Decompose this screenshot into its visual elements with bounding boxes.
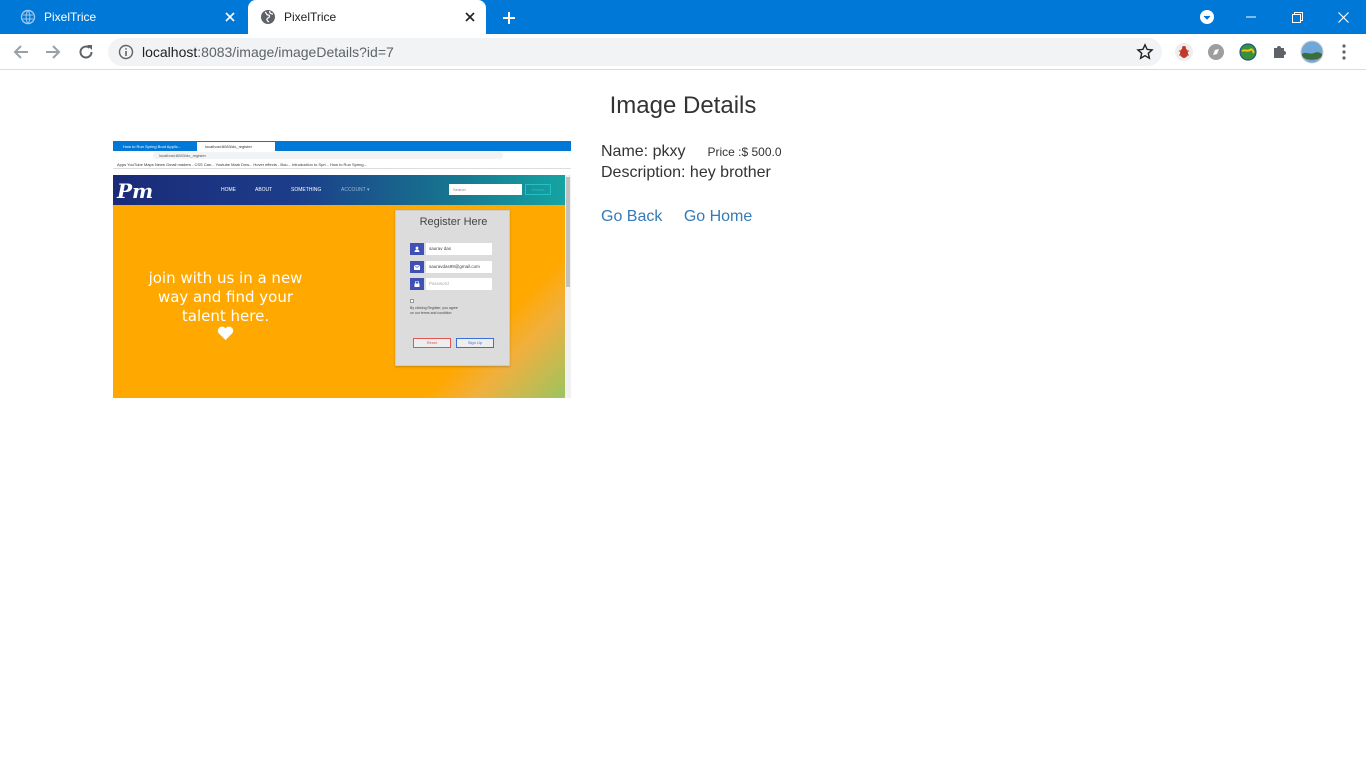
image-description: Description: hey brother [601, 164, 771, 181]
preview-search-input: Search [449, 184, 522, 195]
preview-reset-button: Reset [413, 338, 451, 348]
preview-navbar: Pm HOME ABOUT SOMETHING ACCOUNT ▾ Search… [113, 175, 565, 205]
preview-tab-strip: How to Run Spring Boot Applic... localho… [113, 141, 571, 151]
extensions-puzzle-icon[interactable] [1270, 42, 1290, 62]
globe-icon [260, 9, 276, 25]
lock-icon [410, 278, 424, 290]
preview-bookmarks-bar: Apps YouTube Maps News Gmail maders - CS… [113, 160, 571, 169]
close-window-button[interactable] [1320, 0, 1366, 34]
page-title: Image Details [609, 92, 757, 119]
preview-email-field: sauravdas99@gmail.com [410, 261, 492, 273]
preview-terms-text: By clicking Register, you agree on our t… [410, 306, 458, 315]
preview-username-value: saurav das [426, 243, 492, 255]
preview-nav-home: HOME [221, 187, 236, 193]
preview-nav-account: ACCOUNT ▾ [341, 187, 370, 193]
tab-title: PixelTrice [284, 10, 337, 24]
preview-password-field: Password [410, 278, 492, 290]
profile-avatar[interactable] [1300, 40, 1324, 64]
action-links: Go Back Go Home [601, 208, 769, 226]
info-icon[interactable] [118, 44, 134, 60]
preview-nav-about: ABOUT [255, 187, 273, 193]
restore-button[interactable] [1274, 0, 1320, 34]
forward-button[interactable] [41, 40, 65, 64]
close-icon[interactable] [222, 9, 238, 25]
tab-pixeltrice-2[interactable]: PixelTrice [248, 0, 486, 34]
preview-nav-something: SOMETHING [291, 187, 322, 193]
image-name: Name: pkxy [601, 143, 686, 160]
image-price: Price :$ 500.0 [707, 145, 782, 159]
image-preview: How to Run Spring Boot Applic... localho… [113, 141, 571, 398]
menu-kebab-icon[interactable] [1334, 42, 1354, 62]
star-icon[interactable] [1136, 43, 1154, 61]
preview-username-field: saurav das [410, 243, 492, 255]
image-details: Name: pkxy Price :$ 500.0 Description: h… [601, 142, 782, 184]
address-bar[interactable]: localhost:8083/image/imageDetails?id=7 [108, 38, 1162, 66]
preview-tab-2: localhost:8083/do_register [197, 142, 275, 151]
back-button[interactable] [9, 40, 33, 64]
heart-icon [217, 326, 234, 346]
browser-toolbar: localhost:8083/image/imageDetails?id=7 [0, 34, 1366, 70]
preview-terms-checkbox [410, 299, 414, 303]
tab-strip: PixelTrice PixelTrice [0, 0, 1366, 34]
preview-register-card: Register Here saurav das sauravdas99@gma… [395, 210, 510, 366]
preview-tab-1: How to Run Spring Boot Applic... [123, 144, 182, 149]
preview-url: localhost:8083/do_register [153, 152, 503, 159]
preview-tagline: join with us in a new way and find your … [148, 269, 303, 325]
mail-icon [410, 261, 424, 273]
globe-extension-icon[interactable] [1238, 42, 1258, 62]
tab-search-button[interactable] [1184, 0, 1230, 34]
new-tab-button[interactable] [498, 7, 520, 29]
reload-button[interactable] [74, 40, 98, 64]
url-text: localhost:8083/image/imageDetails?id=7 [142, 44, 1136, 60]
minimize-button[interactable] [1228, 0, 1274, 34]
preview-search-button: Search [525, 184, 551, 195]
url-host: localhost [142, 44, 198, 60]
compass-extension-icon[interactable] [1206, 42, 1226, 62]
bug-extension-icon[interactable] [1174, 42, 1194, 62]
preview-register-title: Register Here [419, 216, 488, 228]
preview-email-value: sauravdas99@gmail.com [426, 261, 492, 273]
preview-password-placeholder: Password [426, 278, 492, 290]
preview-signup-button: Sign Up [456, 338, 494, 348]
go-home-link[interactable]: Go Home [684, 208, 752, 225]
go-back-link[interactable]: Go Back [601, 208, 662, 225]
close-icon[interactable] [462, 9, 478, 25]
preview-logo: Pm [117, 179, 154, 203]
user-icon [410, 243, 424, 255]
tab-pixeltrice-1[interactable]: PixelTrice [8, 0, 246, 34]
url-path: :8083/image/imageDetails?id=7 [197, 44, 394, 60]
preview-toolbar: localhost:8083/do_register [113, 151, 571, 160]
globe-icon [20, 9, 36, 25]
preview-scrollbar-thumb [566, 177, 570, 287]
tab-title: PixelTrice [44, 10, 97, 24]
